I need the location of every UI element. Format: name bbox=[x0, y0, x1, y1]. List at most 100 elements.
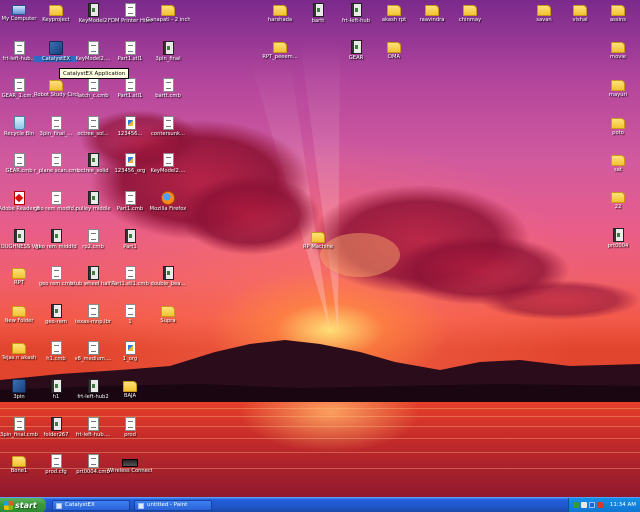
desktop-icon[interactable]: Ganapati - 2 inch.stl bbox=[146, 3, 190, 23]
folder-icon bbox=[573, 5, 587, 16]
desktop-icon[interactable]: 3pin_final bbox=[146, 40, 190, 62]
model-file-icon bbox=[612, 228, 624, 242]
desktop-icon[interactable]: Supra bbox=[146, 304, 190, 324]
desktop-icon[interactable]: RP Machine bbox=[296, 230, 340, 250]
folder-icon bbox=[387, 5, 401, 16]
desktop-icon[interactable]: bartt.cmb bbox=[146, 78, 190, 99]
document-icon bbox=[87, 115, 99, 130]
model-file-icon bbox=[124, 228, 136, 243]
model-file-icon bbox=[87, 3, 99, 17]
folder-icon bbox=[611, 42, 625, 53]
image-file-icon bbox=[124, 153, 136, 168]
network-icon[interactable] bbox=[573, 502, 579, 508]
clock[interactable]: 11:34 AM bbox=[610, 498, 636, 512]
desktop-icon[interactable]: Part1 bbox=[108, 228, 152, 250]
start-button[interactable]: start bbox=[0, 498, 46, 512]
desktop-icon-label: movie bbox=[610, 54, 626, 60]
recycle-bin-icon bbox=[13, 115, 25, 130]
desktop-icon[interactable]: assins bbox=[596, 3, 640, 23]
desktop-icon-label: BAJA bbox=[123, 393, 137, 399]
desktop-icon-label: 22 bbox=[614, 204, 622, 210]
document-icon bbox=[87, 228, 99, 243]
desktop-icon[interactable]: sat bbox=[596, 153, 640, 173]
model-file-icon bbox=[350, 40, 362, 54]
folder-icon bbox=[425, 5, 439, 16]
windows-logo-icon bbox=[4, 501, 13, 510]
model-file-icon bbox=[312, 3, 324, 17]
tooltip: CatalystEX Application bbox=[59, 68, 130, 79]
folder-icon bbox=[611, 80, 625, 91]
app-icon bbox=[56, 503, 62, 509]
desktop-icon[interactable]: RPT_peeem... bbox=[258, 40, 302, 60]
document-icon bbox=[50, 454, 62, 469]
desktop-icon-label: RP Machine bbox=[302, 244, 334, 250]
desktop-icon-label: DMA bbox=[387, 54, 401, 60]
document-icon bbox=[87, 416, 99, 431]
security-icon[interactable] bbox=[597, 502, 603, 508]
document-icon bbox=[50, 266, 62, 281]
folder-icon bbox=[49, 80, 63, 92]
folder-icon bbox=[273, 5, 287, 16]
model-file-icon bbox=[87, 191, 99, 205]
model-file-icon bbox=[50, 416, 62, 431]
folder-icon bbox=[12, 268, 26, 280]
folder-icon bbox=[123, 381, 137, 392]
desktop-icon[interactable]: prt0004 bbox=[596, 228, 640, 249]
volume-icon[interactable] bbox=[581, 502, 587, 508]
taskbar-button-catalystex[interactable]: CatalystEX bbox=[52, 500, 130, 511]
desktop-icon[interactable]: BAJA bbox=[108, 379, 152, 399]
firefox-icon bbox=[161, 191, 175, 205]
desktop-icon[interactable]: 22 bbox=[596, 190, 640, 210]
document-icon bbox=[124, 191, 136, 205]
model-file-icon bbox=[350, 3, 362, 17]
desktop-icon[interactable]: mayuri bbox=[596, 78, 640, 98]
desktop-icon-label: Ganapati - 2 inch.stl bbox=[146, 17, 190, 23]
desktop-icon[interactable]: DMA bbox=[372, 40, 416, 60]
folder-icon bbox=[161, 305, 175, 317]
desktop-icon[interactable]: prod bbox=[108, 416, 152, 438]
desktop-icon[interactable]: contersunk... bbox=[146, 115, 190, 137]
desktop-icon[interactable]: 1_org bbox=[108, 341, 152, 362]
desktop-icon[interactable]: Wireless Connecti... bbox=[108, 454, 152, 474]
model-file-icon bbox=[50, 303, 62, 318]
document-icon bbox=[87, 303, 99, 318]
document-icon bbox=[162, 153, 174, 168]
model-file-icon bbox=[87, 266, 99, 281]
taskbar-button-label: CatalystEX bbox=[65, 502, 95, 508]
folder-icon bbox=[161, 5, 175, 16]
folder-icon bbox=[537, 5, 551, 16]
document-icon bbox=[124, 3, 136, 17]
document-icon bbox=[87, 341, 99, 356]
desktop-icon-label: bartt.cmb bbox=[155, 93, 181, 100]
document-icon bbox=[124, 303, 136, 318]
model-file-icon bbox=[162, 40, 174, 55]
desktop-icon[interactable]: Mozilla Firefox bbox=[146, 191, 190, 212]
desktop-icon-label: 3pin_final bbox=[155, 55, 181, 62]
pdf-icon bbox=[13, 191, 25, 205]
taskbar-button-paint[interactable]: untitled - Paint bbox=[134, 500, 212, 511]
desktop-icon-label: contersunk... bbox=[151, 130, 185, 137]
desktop-icon-label: mayuri bbox=[608, 92, 628, 98]
model-file-icon bbox=[50, 228, 62, 243]
image-file-icon bbox=[124, 115, 136, 130]
folder-icon bbox=[611, 155, 625, 166]
desktop-icon[interactable]: movie bbox=[596, 40, 640, 60]
paint-icon bbox=[138, 503, 144, 509]
document-icon bbox=[13, 78, 25, 93]
desktop-icon[interactable]: double_bea... bbox=[146, 266, 190, 287]
folder-icon bbox=[12, 456, 26, 468]
display-icon[interactable] bbox=[589, 502, 595, 508]
folder-icon bbox=[387, 42, 401, 53]
desktop-icon[interactable]: KeyModel2.... bbox=[146, 153, 190, 174]
system-tray: 11:34 AM bbox=[568, 498, 640, 512]
desktop[interactable]: My Computer frt-left-hub... GEAR_1.cm... Re… bbox=[0, 0, 640, 497]
document-icon bbox=[124, 416, 136, 431]
desktop-icon-label: chinmay bbox=[458, 17, 482, 23]
document-icon bbox=[87, 78, 99, 93]
desktop-icon-label: poto bbox=[612, 130, 624, 136]
desktop-icon[interactable]: chinmay bbox=[448, 3, 492, 23]
document-icon bbox=[50, 341, 62, 356]
application-icon bbox=[49, 40, 63, 55]
model-file-icon bbox=[87, 153, 99, 168]
desktop-icon[interactable]: poto bbox=[596, 116, 640, 136]
